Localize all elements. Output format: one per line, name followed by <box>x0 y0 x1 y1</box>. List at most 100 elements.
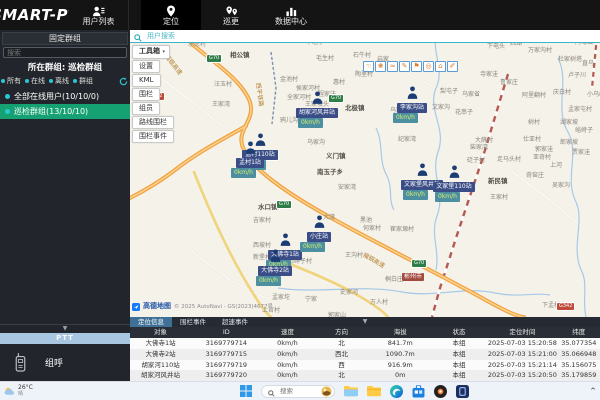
group-call-label: 组呼 <box>45 356 63 369</box>
draw-pen-icon[interactable]: ✎ <box>399 61 410 72</box>
store-icon[interactable] <box>412 385 425 398</box>
bottom-data-panel: 定位信息围栏事件超速事件 ▼ 对象ID速度方向海拔状态定位时间纬度 大佛寺1站31… <box>130 317 600 381</box>
table-row[interactable]: 大佛寺2站31697797150km/h西北1090.7m本组2025-07-0… <box>130 349 600 360</box>
table-cell: 0km/h <box>262 338 314 349</box>
map-canvas[interactable]: 乐头村下塔子毛生村石牛村启家下电头西湖万家沟村阿母山杜家树塔直乌卢子川相公镇汪玉… <box>130 30 600 317</box>
table-row[interactable]: 胡家河风井站31697797200km/h北0m本组2025-07-03 15:… <box>130 370 600 381</box>
city-label: 彬州市 <box>402 273 424 281</box>
road-shield: G70 <box>411 259 427 268</box>
column-header: 方向 <box>313 327 369 338</box>
nav-tab-datacenter[interactable]: 数据中心 <box>261 0 321 30</box>
nav-tab-users[interactable]: 用户列表 <box>69 0 129 30</box>
group-call-row[interactable]: 组呼 <box>0 344 130 381</box>
polygon-fence-icon[interactable]: ⌂ <box>435 61 446 72</box>
map-place-label: 相公镇 <box>230 52 250 58</box>
windows-start-button[interactable] <box>240 385 252 397</box>
taskbar-search-box[interactable] <box>261 385 335 398</box>
table-cell: 北 <box>313 370 369 381</box>
fixed-groups-header: 固定群组 <box>2 32 128 45</box>
player-icon[interactable] <box>434 385 447 398</box>
edge-icon[interactable] <box>390 385 403 398</box>
table-cell: 0m <box>370 370 431 381</box>
filter-3[interactable]: 群组 <box>73 76 93 86</box>
table-cell: 西北 <box>313 349 369 360</box>
toolbox-item-3[interactable]: 组员 <box>132 102 160 115</box>
weather-icon <box>4 382 15 400</box>
table-cell: 3169779720 <box>191 370 262 381</box>
table-cell: 1090.7m <box>370 349 431 360</box>
map-place-label: 陶里村 <box>355 72 373 78</box>
file-explorer-icon[interactable] <box>344 385 358 397</box>
table-header: 对象ID速度方向海拔状态定位时间纬度 <box>130 327 600 338</box>
map-place-label: 王家湾 <box>212 102 230 108</box>
ptt-collapse-arrow[interactable]: ▼ <box>0 325 130 333</box>
marker-speed: 0km/h <box>231 168 256 178</box>
folder-icon[interactable] <box>367 385 381 397</box>
panel-collapse-arrow[interactable]: ▼ <box>363 317 368 327</box>
map-place-label: 柴家湾 <box>470 145 488 151</box>
table-row[interactable]: 大佛寺1站31697797140km/h北841.7m本组2025-07-03 … <box>130 338 600 349</box>
filter-label: 在线 <box>31 76 45 86</box>
user-marker[interactable]: 文家堡110站0km/h <box>431 163 477 202</box>
map-place-label: 下电头 <box>487 44 505 50</box>
ptt-app-icon[interactable] <box>456 385 469 398</box>
nav-tab-patrol[interactable]: 巡更 <box>201 0 261 30</box>
user-marker[interactable]: 小庄站0km/h <box>296 213 342 252</box>
panel-tab-1[interactable]: 围栏事件 <box>172 317 214 327</box>
flag-icon[interactable]: ⚑ <box>411 61 422 72</box>
amap-logo-icon <box>132 296 140 315</box>
map-place-label: 桐白庄 <box>385 277 403 283</box>
table-row[interactable]: 胡家河110站31697797190km/h西916.9m本组2025-07-0… <box>130 360 600 371</box>
toolbox-item-1[interactable]: KML <box>132 74 161 87</box>
group-list-item[interactable]: 全部在线用户(10/10/0) <box>0 89 130 104</box>
taskbar-weather[interactable]: 26°C 晴 <box>4 382 33 400</box>
map-place-label: 宁家 <box>305 297 317 303</box>
weather-condition: 晴 <box>18 391 33 397</box>
circle-fence-icon[interactable]: ◎ <box>423 61 434 72</box>
radio-dot-icon <box>73 79 77 83</box>
road-shield: G70 <box>206 54 222 63</box>
table-cell: 2025-07-03 15:21:00 <box>487 349 558 360</box>
windows-taskbar: 26°C 晴 ^ <box>0 381 600 400</box>
measure-icon[interactable]: ✐ <box>447 61 458 72</box>
locate-icon <box>165 5 177 17</box>
ptt-button[interactable]: PTT <box>0 333 130 344</box>
person-marker-icon <box>417 161 428 180</box>
user-marker[interactable]: 孟村1站0km/h <box>227 139 273 178</box>
search-highlight-icon <box>321 382 332 400</box>
user-search-input[interactable] <box>145 31 596 41</box>
table-cell: 本组 <box>431 360 487 371</box>
taskbar-search-input[interactable] <box>278 386 318 396</box>
panel-tab-0[interactable]: 定位信息 <box>130 317 172 327</box>
group-filters: 所有在线离线群组 <box>0 75 130 89</box>
toolbox-item-4[interactable]: 路线围栏 <box>132 116 174 129</box>
user-marker[interactable]: 李家沟站0km/h <box>389 84 435 123</box>
map-copyright: © 2025 AutoNavi - GS(2023)4677号 <box>174 302 273 310</box>
column-header: 速度 <box>262 327 314 338</box>
refresh-icon[interactable] <box>119 77 128 86</box>
map-place-label: 纪家湾 <box>398 137 416 143</box>
filter-2[interactable]: 离线 <box>49 76 69 86</box>
toolbox-title-button[interactable]: 工具箱 ▾ <box>132 45 170 59</box>
filter-0[interactable]: 所有 <box>1 76 21 86</box>
panel-tab-2[interactable]: 超速事件 <box>214 317 256 327</box>
table-cell: 2025-07-03 15:20:50 <box>487 370 558 381</box>
filter-1[interactable]: 在线 <box>25 76 45 86</box>
user-marker[interactable]: 胡家河风井站0km/h <box>294 89 340 128</box>
user-marker[interactable]: 大佛寺2站0km/h <box>252 247 298 286</box>
nav-tab-locate[interactable]: 定位 <box>141 0 201 30</box>
settings-flower-icon[interactable]: ❀ <box>375 61 386 72</box>
pan-hand-icon[interactable]: ☜ <box>363 61 374 72</box>
table-body: 大佛寺1站31697797140km/h北841.7m本组2025-07-03 … <box>130 338 600 381</box>
sidebar-search-input[interactable] <box>3 47 127 58</box>
table-cell: 西 <box>313 360 369 371</box>
polyline-icon[interactable]: ≈ <box>387 61 398 72</box>
map-place-label: 小乌山 <box>587 92 600 98</box>
marker-speed: 0km/h <box>256 276 281 286</box>
tray-expand-chevron[interactable]: ^ <box>590 387 596 395</box>
toolbox-item-0[interactable]: 设置 <box>132 60 160 73</box>
group-list-item[interactable]: 巡检群组(13/10/10) <box>0 104 130 119</box>
toolbox-item-2[interactable]: 围栏 <box>132 88 160 101</box>
map-place-label: 黑池 <box>360 218 372 224</box>
toolbox-item-5[interactable]: 围栏事件 <box>132 130 174 143</box>
